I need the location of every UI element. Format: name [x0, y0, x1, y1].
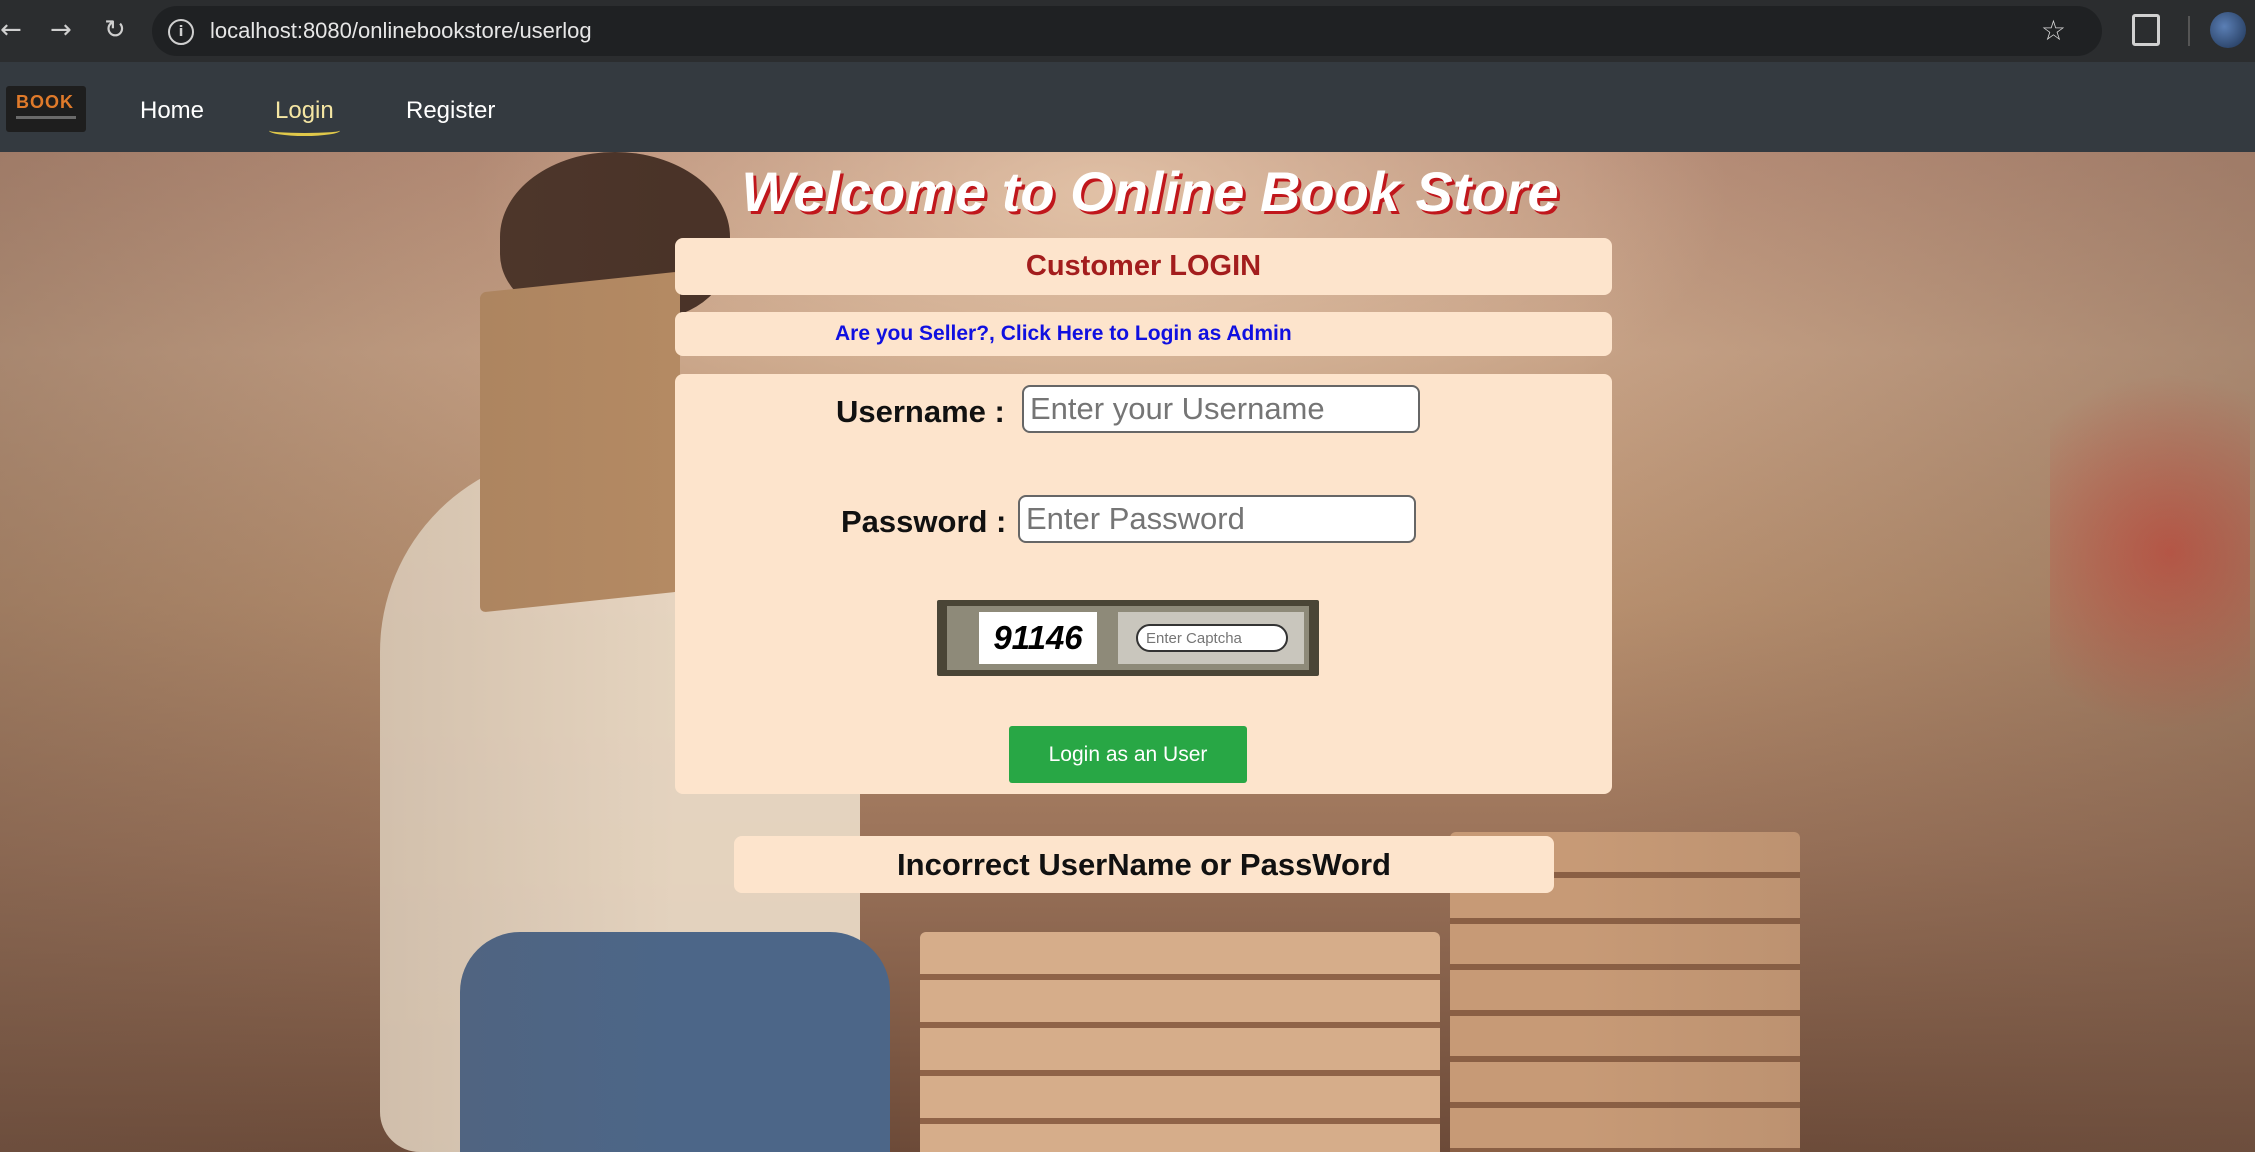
address-url[interactable]: localhost:8080/onlinebookstore/userlog — [210, 16, 592, 46]
forward-arrow-icon[interactable]: → — [50, 12, 72, 48]
captcha-input-wrap — [1118, 612, 1304, 664]
username-input[interactable] — [1022, 385, 1420, 433]
captcha-input[interactable] — [1136, 624, 1288, 652]
site-info-icon[interactable]: i — [168, 19, 194, 45]
login-title: Customer LOGIN — [1025, 250, 1262, 282]
captcha-widget: 91146 — [937, 600, 1319, 676]
seller-link-panel: Are you Seller?, Click Here to Login as … — [675, 312, 1612, 356]
site-logo[interactable]: BOOK — [6, 86, 86, 132]
captcha-code: 91146 — [979, 612, 1097, 664]
address-bar[interactable]: i localhost:8080/onlinebookstore/userlog… — [152, 6, 2102, 56]
page-title: Welcome to Online Book Store — [741, 160, 1559, 223]
back-arrow-icon[interactable]: ← — [0, 12, 22, 48]
logo-text: BOOK — [16, 92, 74, 112]
browser-toolbar: ← → ↻ i localhost:8080/onlinebookstore/u… — [0, 0, 2255, 62]
username-label: Username : — [836, 394, 1005, 429]
reload-icon[interactable]: ↻ — [104, 12, 126, 48]
password-input[interactable] — [1018, 495, 1416, 543]
login-user-button[interactable]: Login as an User — [1009, 726, 1247, 783]
extensions-icon[interactable] — [2132, 14, 2160, 46]
password-label: Password : — [841, 504, 1007, 539]
bookmark-star-icon[interactable]: ☆ — [2041, 14, 2066, 47]
error-message: Incorrect UserName or PassWord — [897, 847, 1391, 882]
login-title-panel: Customer LOGIN — [675, 238, 1612, 295]
toolbar-divider — [2188, 16, 2190, 46]
site-navbar — [0, 62, 2255, 152]
nav-home-link[interactable]: Home — [140, 96, 204, 126]
admin-login-link[interactable]: Are you Seller?, Click Here to Login as … — [835, 312, 1292, 356]
logo-underline — [16, 116, 76, 119]
nav-register-link[interactable]: Register — [406, 96, 495, 126]
profile-avatar-icon[interactable] — [2210, 12, 2246, 48]
error-message-panel: Incorrect UserName or PassWord — [734, 836, 1554, 893]
nav-login-link[interactable]: Login — [269, 96, 340, 136]
